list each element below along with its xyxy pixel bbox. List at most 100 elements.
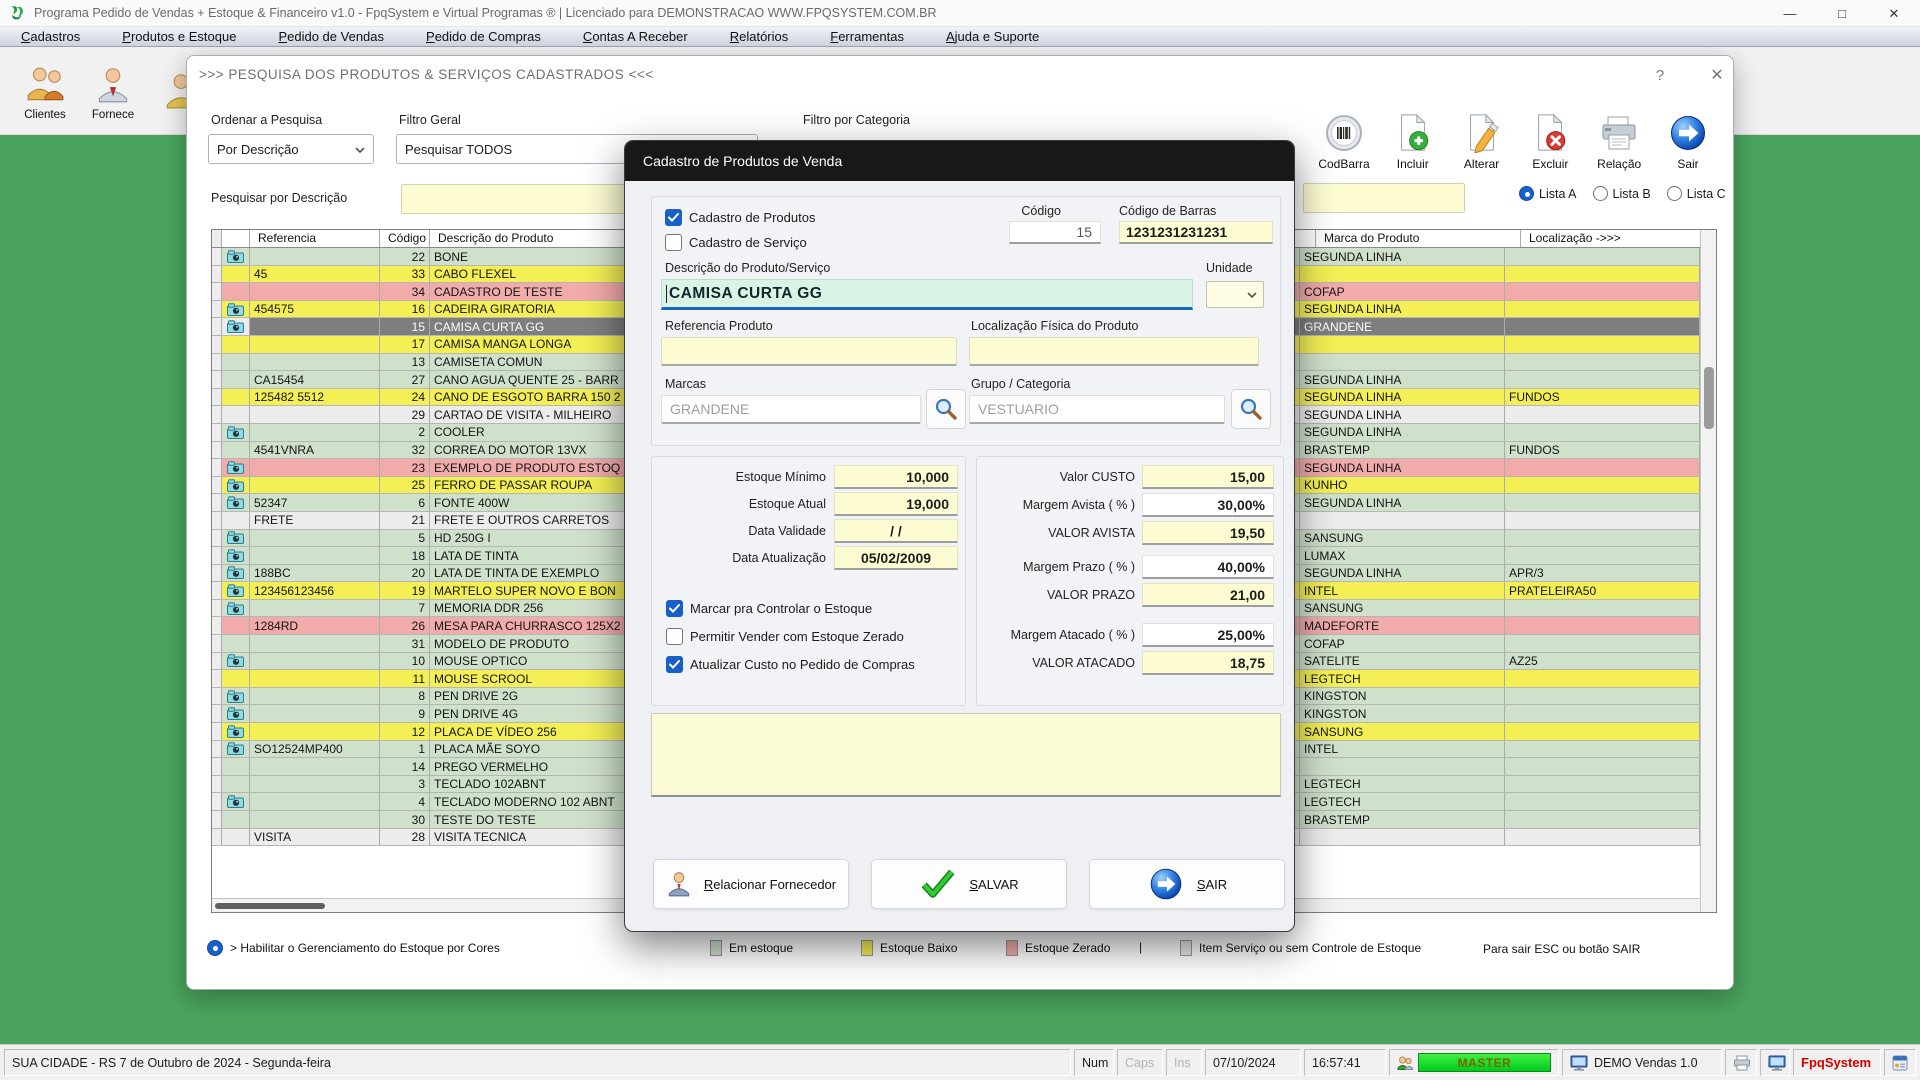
row-photo-cell: [222, 653, 250, 670]
cell-codigo: 6: [380, 494, 430, 511]
valor-field-value[interactable]: 40,00%: [1142, 555, 1274, 579]
estoque-option-checkbox[interactable]: Marcar pra Controlar o Estoque: [666, 600, 872, 617]
localizacao-fisica-input[interactable]: [969, 337, 1259, 366]
salvar-button[interactable]: SALVAR: [871, 859, 1067, 909]
row-indicator-cell: [212, 758, 222, 775]
valor-field-value[interactable]: 30,00%: [1142, 493, 1274, 517]
cell-localizacao: [1505, 512, 1700, 529]
scrollbar-thumb[interactable]: [215, 903, 325, 909]
toolbar-button-sair[interactable]: Sair: [1659, 101, 1717, 219]
checkbox-checked-icon: [666, 656, 683, 673]
menu-item-cadastros[interactable]: Cadastros: [0, 27, 101, 47]
cadastro-servico-checkbox[interactable]: Cadastro de Serviço: [665, 234, 807, 251]
close-window-button[interactable]: ✕: [1704, 63, 1730, 87]
cell-codigo: 8: [380, 688, 430, 705]
camera-icon: [227, 584, 244, 597]
cell-localizacao: [1505, 248, 1700, 265]
camera-icon: [227, 461, 244, 474]
cell-localizacao: [1505, 723, 1700, 740]
toolbar-button-codbarra[interactable]: CodBarra: [1315, 101, 1373, 219]
valor-field-value[interactable]: 15,00: [1142, 465, 1274, 489]
cell-marca: SATELITE: [1300, 653, 1505, 670]
menu-bar: CadastrosProdutos e EstoquePedido de Ven…: [0, 27, 1920, 47]
estoque-option-checkbox[interactable]: Permitir Vender com Estoque Zerado: [666, 628, 904, 645]
codigo-barras-field[interactable]: 1231231231231: [1119, 221, 1273, 244]
valor-field-value[interactable]: 19,50: [1142, 521, 1274, 545]
toolbar-button-incluir[interactable]: Incluir: [1384, 101, 1442, 219]
row-indicator-cell: [212, 354, 222, 371]
cell-localizacao: [1505, 283, 1700, 300]
valor-field-value[interactable]: 21,00: [1142, 583, 1274, 607]
cell-referencia: 52347: [250, 494, 380, 511]
row-photo-cell: [222, 811, 250, 828]
main-toolbar-fornece[interactable]: Fornece: [80, 52, 146, 132]
menu-item-relat-rios[interactable]: Relatórios: [709, 27, 810, 47]
cell-referencia: SO12524MP400: [250, 741, 380, 758]
cell-marca: SEGUNDA LINHA: [1300, 565, 1505, 582]
cell-localizacao: [1505, 776, 1700, 793]
menu-item-produtos-e-estoque[interactable]: Produtos e Estoque: [101, 27, 257, 47]
estoque-field-value[interactable]: 10,000: [834, 465, 958, 489]
menu-item-contas-a-receber[interactable]: Contas A Receber: [562, 27, 709, 47]
codigo-field[interactable]: 15: [1009, 221, 1101, 244]
codigo-label: Código: [961, 204, 1061, 218]
cell-localizacao: [1505, 477, 1700, 494]
scrollbar-thumb[interactable]: [1704, 367, 1714, 429]
cell-referencia: [250, 477, 380, 494]
maximize-button[interactable]: □: [1816, 0, 1868, 27]
help-button[interactable]: ?: [1647, 63, 1673, 87]
cell-referencia: [250, 600, 380, 617]
row-photo-cell: [222, 354, 250, 371]
menu-item-pedido-de-compras[interactable]: Pedido de Compras: [405, 27, 562, 47]
cell-localizacao: [1505, 266, 1700, 283]
cadastro-produtos-checkbox[interactable]: Cadastro de Produtos: [665, 209, 815, 226]
vertical-scrollbar[interactable]: [1700, 230, 1716, 912]
text-cursor: [666, 285, 667, 303]
observacao-textarea[interactable]: [651, 713, 1281, 797]
minimize-button[interactable]: —: [1764, 0, 1816, 27]
grupo-search-button[interactable]: [1231, 389, 1271, 429]
marcas-search-button[interactable]: [926, 389, 966, 429]
ordenar-select[interactable]: Por Descrição: [208, 134, 374, 164]
descricao-input[interactable]: CAMISA CURTA GG: [661, 279, 1193, 310]
monitor-small-icon: [1768, 1055, 1786, 1071]
menu-item-ferramentas[interactable]: Ferramentas: [809, 27, 925, 47]
chevron-down-icon: [355, 147, 365, 153]
toolbar-button-relao[interactable]: Relação: [1590, 101, 1648, 219]
column-header: [212, 230, 222, 247]
row-photo-cell: [222, 688, 250, 705]
estoque-field-value[interactable]: / /: [834, 519, 958, 543]
row-indicator-cell: [212, 688, 222, 705]
search-toolbar: CodBarraIncluirAlterarExcluirRelaçãoSair: [1315, 101, 1717, 219]
cell-referencia: [250, 811, 380, 828]
menu-item-ajuda-e-suporte[interactable]: Ajuda e Suporte: [925, 27, 1060, 47]
cell-marca: [1300, 354, 1505, 371]
close-button[interactable]: ✕: [1868, 0, 1920, 27]
color-management-toggle[interactable]: > Habilitar o Gerenciamento do Estoque p…: [207, 940, 500, 956]
valor-field-value[interactable]: 18,75: [1142, 651, 1274, 675]
cell-referencia: [250, 670, 380, 687]
row-indicator-cell: [212, 635, 222, 652]
cell-marca: BRASTEMP: [1300, 811, 1505, 828]
cell-codigo: 5: [380, 530, 430, 547]
referencia-produto-input[interactable]: [661, 337, 957, 366]
grupo-categoria-input[interactable]: VESTUARIO: [969, 395, 1225, 424]
estoque-option-checkbox[interactable]: Atualizar Custo no Pedido de Compras: [666, 656, 915, 673]
cell-codigo: 23: [380, 459, 430, 476]
sair-button[interactable]: SAIR: [1089, 859, 1285, 909]
main-toolbar-clientes[interactable]: Clientes: [12, 52, 78, 132]
row-photo-cell: [222, 442, 250, 459]
marcas-input[interactable]: GRANDENE: [661, 395, 921, 424]
cell-localizacao: [1505, 336, 1700, 353]
estoque-field-value[interactable]: 05/02/2009: [834, 546, 958, 570]
valor-field-value[interactable]: 25,00%: [1142, 623, 1274, 647]
toolbar-button-excluir[interactable]: Excluir: [1521, 101, 1579, 219]
toolbar-button-alterar[interactable]: Alterar: [1453, 101, 1511, 219]
menu-item-pedido-de-vendas[interactable]: Pedido de Vendas: [257, 27, 405, 47]
estoque-field-value[interactable]: 19,000: [834, 492, 958, 516]
filtro-categoria-label: Filtro por Categoria: [803, 113, 910, 127]
cell-codigo: 12: [380, 723, 430, 740]
row-indicator-cell: [212, 477, 222, 494]
relacionar-fornecedor-button[interactable]: Relacionar Fornecedor: [653, 859, 849, 909]
unidade-select[interactable]: [1206, 281, 1264, 308]
